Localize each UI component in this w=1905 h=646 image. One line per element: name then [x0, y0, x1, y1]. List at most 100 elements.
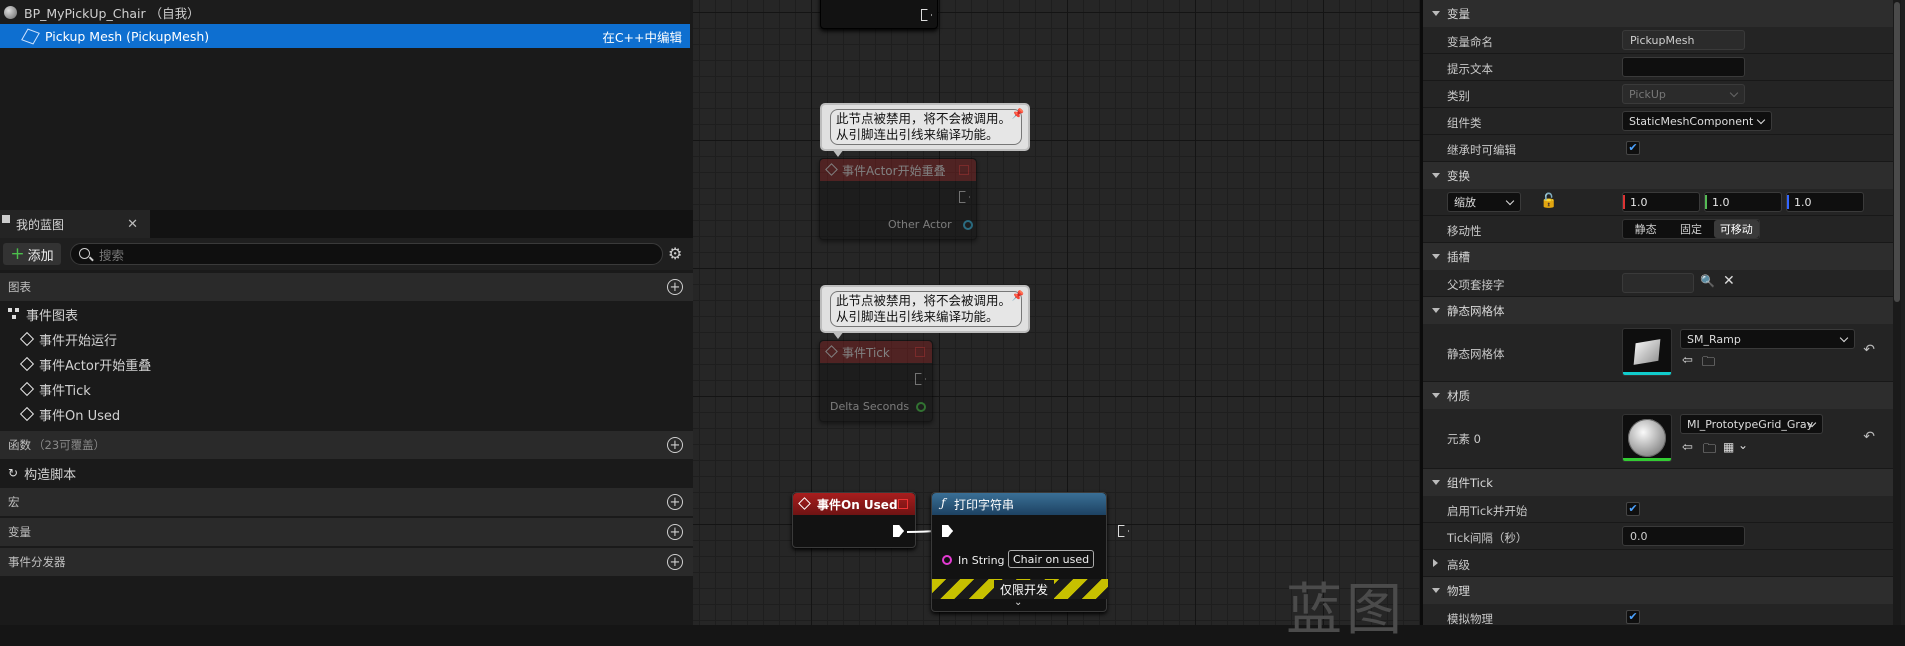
delegate-square-icon[interactable] — [959, 165, 969, 175]
pin-icon[interactable]: 📌 — [1012, 289, 1024, 305]
start-tick-checkbox[interactable]: ✔ — [1626, 502, 1640, 516]
add-function-icon[interactable]: + — [667, 437, 683, 453]
tree-item-actor-begin-overlap[interactable]: 事件Actor开始重叠 — [19, 352, 151, 376]
reset-arrow-icon[interactable]: ↶ — [1863, 429, 1875, 445]
mobility-segmented[interactable]: 静态 固定 可移动 — [1622, 219, 1760, 239]
tick-interval-field[interactable]: 0.0 — [1622, 526, 1745, 546]
exec-out-pin[interactable] — [921, 9, 932, 21]
reset-arrow-icon[interactable]: ↶ — [1863, 342, 1875, 358]
category-materials[interactable]: 材质 — [1423, 382, 1893, 409]
component-class-dropdown[interactable]: StaticMeshComponent — [1622, 111, 1772, 131]
category-physics[interactable]: 物理 — [1423, 577, 1893, 604]
exec-out-pin[interactable] — [915, 373, 926, 385]
simulate-physics-checkbox[interactable]: ✔ — [1626, 610, 1640, 624]
chevron-down-icon — [1839, 333, 1849, 343]
section-dispatchers[interactable]: 事件分发器 + — [0, 548, 693, 576]
add-variable-icon[interactable]: + — [667, 524, 683, 540]
exec-in-pin[interactable] — [942, 525, 953, 537]
material-value: MI_PrototypeGrid_Gray — [1687, 417, 1814, 431]
chevron-down-icon[interactable]: ⌄ — [1738, 438, 1748, 452]
component-root-row[interactable]: BP_MyPickUp_Chair （自我） — [0, 0, 690, 24]
category-static-mesh[interactable]: 静态网格体 — [1423, 297, 1893, 324]
close-tab-icon[interactable]: ✕ — [127, 217, 138, 232]
tree-item-begin-play[interactable]: 事件开始运行 — [19, 327, 117, 351]
add-button[interactable]: + 添加 — [3, 243, 61, 265]
object-pin[interactable] — [963, 220, 973, 230]
category-socket[interactable]: 插槽 — [1423, 243, 1893, 270]
category-component-tick[interactable]: 组件Tick — [1423, 469, 1893, 496]
edit-in-cpp-link[interactable]: 在C++中编辑 — [602, 27, 682, 46]
add-dispatcher-icon[interactable]: + — [667, 554, 683, 570]
tree-item-event-graph[interactable]: 事件图表 — [8, 302, 78, 326]
section-graphs[interactable]: 图表 + — [0, 273, 693, 301]
node-print-string[interactable]: ƒ 打印字符串 In String Chair on used 仅限开发 ⌄ — [931, 492, 1129, 612]
ramp-preview-icon — [1633, 339, 1661, 365]
mobility-stationary[interactable]: 固定 — [1668, 220, 1713, 238]
node-event-on-used[interactable]: 事件On Used — [792, 492, 916, 548]
editable-checkbox[interactable]: ✔ — [1626, 141, 1640, 155]
section-macros[interactable]: 宏 + — [0, 488, 693, 516]
row-label: 继承时可编辑 — [1447, 143, 1516, 157]
node-partial-top[interactable] — [820, 0, 938, 29]
function-icon: ƒ — [941, 496, 946, 510]
pin-icon[interactable]: 📌 — [1012, 107, 1024, 123]
tree-item-on-used[interactable]: 事件On Used — [19, 402, 121, 426]
search-input[interactable]: 搜索 — [70, 243, 663, 265]
node-event-tick[interactable]: 事件Tick Delta Seconds — [819, 340, 933, 422]
tab-my-blueprint[interactable]: 我的蓝图 ✕ — [0, 210, 150, 238]
delegate-square-icon[interactable] — [915, 347, 925, 357]
row-label: 提示文本 — [1447, 62, 1493, 76]
exec-out-pin[interactable] — [959, 191, 970, 203]
in-string-field[interactable]: Chair on used — [1008, 550, 1094, 568]
add-graph-icon[interactable]: + — [667, 279, 683, 295]
mobility-movable[interactable]: 可移动 — [1713, 220, 1759, 238]
float-pin[interactable] — [916, 402, 926, 412]
clear-icon[interactable]: ✕ — [1723, 273, 1735, 289]
static-mesh-dropdown[interactable]: SM_Ramp — [1680, 329, 1855, 349]
string-pin[interactable] — [942, 555, 952, 565]
material-thumbnail[interactable] — [1622, 414, 1672, 462]
add-macro-icon[interactable]: + — [667, 494, 683, 510]
component-root-label: BP_MyPickUp_Chair （自我） — [24, 5, 200, 21]
parent-socket-field[interactable] — [1622, 273, 1694, 293]
lock-icon[interactable]: 🔓 — [1540, 193, 1557, 209]
checker-icon[interactable]: ▦ — [1723, 440, 1734, 454]
row-label: 静态网格体 — [1447, 347, 1505, 361]
exec-out-pin[interactable] — [1118, 525, 1129, 537]
browse-asset-icon[interactable]: 🗀 — [1702, 353, 1715, 375]
row-advanced[interactable]: 高级 — [1423, 550, 1893, 577]
tooltip-field[interactable] — [1622, 57, 1745, 77]
use-selected-icon[interactable]: ⇦ — [1682, 440, 1693, 455]
component-pickupmesh-row[interactable]: Pickup Mesh (PickupMesh) 在C++中编辑 — [0, 24, 690, 48]
section-functions[interactable]: 函数 （23可覆盖） + — [0, 431, 693, 459]
scale-mode-dropdown[interactable]: 缩放 — [1447, 192, 1521, 212]
tree-item-tick[interactable]: 事件Tick — [19, 377, 91, 401]
row-category: 类别 PickUp — [1423, 81, 1893, 108]
static-mesh-thumbnail[interactable] — [1622, 328, 1672, 376]
node-actor-begin-overlap[interactable]: 事件Actor开始重叠 Other Actor — [819, 158, 977, 240]
details-scrollbar-thumb[interactable] — [1894, 2, 1900, 302]
category-label: 插槽 — [1447, 249, 1470, 264]
delegate-square-icon[interactable] — [898, 499, 908, 509]
scale-x-field[interactable]: 1.0 — [1622, 192, 1700, 212]
expand-chevron-icon[interactable]: ⌄ — [1014, 597, 1022, 608]
browse-asset-icon[interactable]: 🗀 — [1703, 440, 1716, 462]
component-class-value: StaticMeshComponent — [1629, 114, 1754, 128]
category-dropdown[interactable]: PickUp — [1622, 84, 1745, 104]
category-variable[interactable]: 变量 — [1423, 0, 1893, 27]
gear-icon[interactable]: ⚙ — [668, 244, 682, 263]
material-dropdown[interactable]: MI_PrototypeGrid_Gray — [1680, 414, 1823, 434]
section-variables[interactable]: 变量 + — [0, 518, 693, 546]
browse-socket-icon[interactable]: 🔍 — [1700, 274, 1715, 288]
event-graph-canvas[interactable]: 此节点被禁用，将不会被调用。 从引脚连出引线来编译功能。 📌 事件Actor开始… — [693, 0, 1420, 625]
use-selected-icon[interactable]: ⇦ — [1682, 353, 1693, 368]
category-transform[interactable]: 变换 — [1423, 162, 1893, 189]
pin-label: Other Actor — [888, 218, 952, 231]
tree-item-construction-script[interactable]: ↻ 构造脚本 — [8, 461, 76, 485]
mobility-static[interactable]: 静态 — [1623, 220, 1668, 238]
tree-item-label: 事件On Used — [39, 408, 121, 424]
scale-z-field[interactable]: 1.0 — [1786, 192, 1864, 212]
variable-name-field[interactable]: PickupMesh — [1622, 30, 1745, 50]
scale-y-field[interactable]: 1.0 — [1704, 192, 1782, 212]
expand-arrow-icon[interactable] — [1433, 559, 1438, 567]
